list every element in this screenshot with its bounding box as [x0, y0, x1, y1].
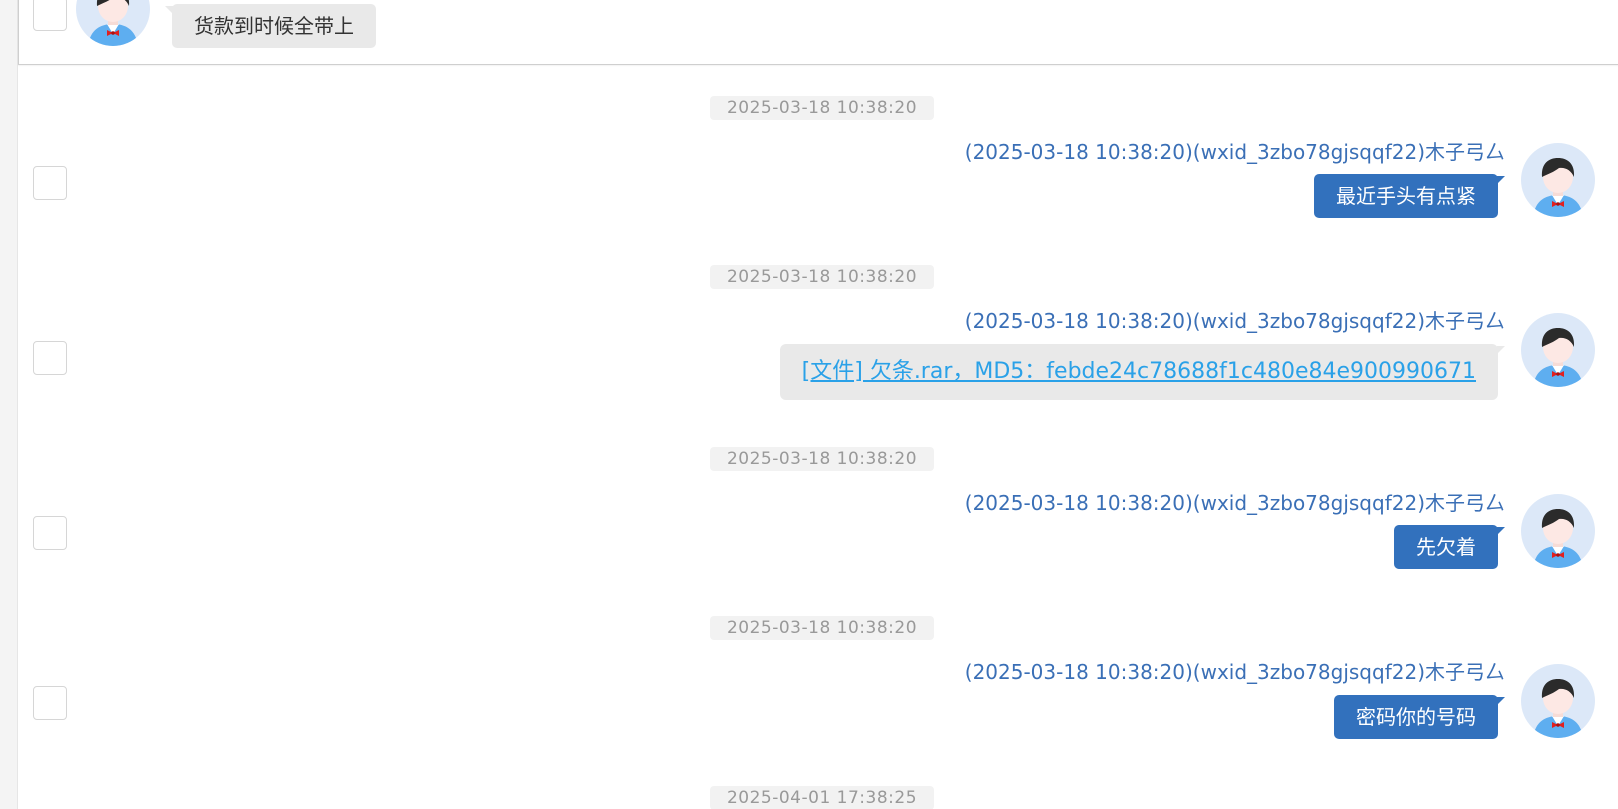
message-select-checkbox[interactable]	[33, 341, 67, 375]
message-timestamp: 2025-04-01 17:38:25	[710, 786, 934, 809]
message-select-checkbox[interactable]	[33, 516, 67, 550]
message-select-checkbox[interactable]	[33, 0, 67, 31]
message-bubble[interactable]: 先欠着	[1394, 525, 1505, 569]
sender-label: (2025-03-18 10:38:20)(wxid_3zbo78gjsqqf2…	[964, 309, 1505, 333]
message-bubble[interactable]: 最近手头有点紧	[1314, 174, 1505, 218]
message-bubble[interactable]: 货款到时候全带上	[165, 4, 376, 48]
message-bubble[interactable]: 密码你的号码	[1334, 695, 1505, 739]
message-timestamp: 2025-03-18 10:38:20	[710, 96, 934, 120]
file-link[interactable]: [文件] 欠条.rar，MD5：febde24c78688f1c480e84e9…	[802, 359, 1476, 384]
message-timestamp: 2025-03-18 10:38:20	[710, 265, 934, 289]
user-avatar-icon[interactable]	[1521, 494, 1595, 568]
sender-label: (2025-03-18 10:38:20)(wxid_3zbo78gjsqqf2…	[964, 140, 1505, 164]
message-select-checkbox[interactable]	[33, 166, 67, 200]
chat-window: 货款到时候全带上 2025-03-18 10:38:20 (2025-03-18…	[0, 0, 1618, 809]
user-avatar-icon[interactable]	[1521, 313, 1595, 387]
user-avatar-icon[interactable]	[76, 0, 150, 46]
left-rail	[0, 0, 18, 809]
sender-label: (2025-03-18 10:38:20)(wxid_3zbo78gjsqqf2…	[964, 660, 1505, 684]
user-avatar-icon[interactable]	[1521, 143, 1595, 217]
sender-label: (2025-03-18 10:38:20)(wxid_3zbo78gjsqqf2…	[964, 491, 1505, 515]
message-select-checkbox[interactable]	[33, 686, 67, 720]
message-timestamp: 2025-03-18 10:38:20	[710, 616, 934, 640]
message-timestamp: 2025-03-18 10:38:20	[710, 447, 934, 471]
user-avatar-icon[interactable]	[1521, 664, 1595, 738]
file-message-bubble[interactable]: [文件] 欠条.rar，MD5：febde24c78688f1c480e84e9…	[779, 344, 1506, 400]
